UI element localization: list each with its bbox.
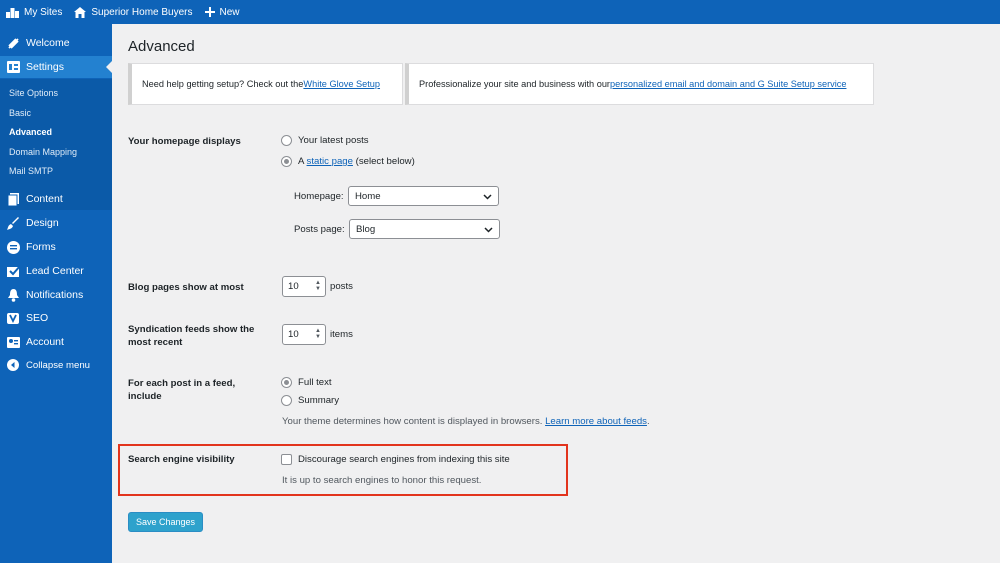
search-visibility-highlight xyxy=(118,444,568,496)
settings-icon xyxy=(6,60,20,74)
blog-pages-input[interactable]: 10 ▲ ▼ xyxy=(282,276,326,297)
welcome-icon xyxy=(6,36,20,50)
submenu-domain-mapping[interactable]: Domain Mapping xyxy=(9,147,77,157)
static-page-suffix: (select below) xyxy=(352,156,415,167)
menu-notifications[interactable]: Notifications xyxy=(0,284,112,306)
homepage-select[interactable]: Home xyxy=(348,186,499,206)
discourage-search-checkbox[interactable] xyxy=(281,454,292,465)
white-glove-notice-text: Need help getting setup? Check out the xyxy=(142,79,304,89)
option-full-text[interactable]: Full text xyxy=(281,377,332,388)
chevron-down-icon xyxy=(483,194,492,200)
blog-pages-value: 10 xyxy=(288,281,299,292)
menu-seo[interactable]: SEO xyxy=(0,307,112,329)
homepage-select-label: Homepage: xyxy=(294,191,344,202)
site-name-link[interactable]: Superior Home Buyers xyxy=(74,0,193,24)
gsuite-notice-text: Professionalize your site and business w… xyxy=(419,79,610,89)
menu-settings-label: Settings xyxy=(26,61,64,73)
forms-icon xyxy=(6,240,20,254)
discourage-search-option[interactable]: Discourage search engines from indexing … xyxy=(281,454,510,465)
menu-lead-center[interactable]: Lead Center xyxy=(0,260,112,282)
latest-posts-label: Your latest posts xyxy=(298,135,369,146)
learn-more-feeds-link[interactable]: Learn more about feeds xyxy=(545,416,647,427)
menu-content-label: Content xyxy=(26,193,63,205)
option-latest-posts[interactable]: Your latest posts xyxy=(281,135,369,146)
feed-help-suffix: . xyxy=(646,416,650,427)
new-label: New xyxy=(219,6,240,18)
posts-page-select-label: Posts page: xyxy=(294,224,345,235)
menu-settings[interactable]: Settings xyxy=(0,56,112,78)
summary-label: Summary xyxy=(298,395,340,406)
stepper-icon[interactable]: ▲ ▼ xyxy=(315,328,321,340)
submenu-basic[interactable]: Basic xyxy=(9,108,31,118)
save-changes-button[interactable]: Save Changes xyxy=(128,512,203,532)
sites-icon xyxy=(6,7,19,18)
blog-pages-label: Blog pages show at most xyxy=(128,282,244,293)
syndication-unit: items xyxy=(330,329,353,340)
collapse-menu-button[interactable]: Collapse menu xyxy=(0,354,112,376)
page-title: Advanced xyxy=(128,38,195,55)
summary-radio[interactable] xyxy=(281,395,292,406)
feed-help-body: Your theme determines how content is dis… xyxy=(282,416,546,427)
posts-page-select[interactable]: Blog xyxy=(349,219,500,239)
collapse-menu-label: Collapse menu xyxy=(26,359,90,371)
menu-notifications-label: Notifications xyxy=(26,289,84,301)
full-text-radio[interactable] xyxy=(281,377,292,388)
chevron-down-icon xyxy=(484,227,493,233)
feed-help-text: Your theme determines how content is dis… xyxy=(282,416,650,427)
menu-forms-label: Forms xyxy=(26,241,56,253)
search-visibility-label: Search engine visibility xyxy=(128,454,235,465)
static-page-radio[interactable] xyxy=(281,156,292,167)
option-summary[interactable]: Summary xyxy=(281,395,339,406)
white-glove-notice: Need help getting setup? Check out the W… xyxy=(128,63,403,105)
submenu-mail-smtp[interactable]: Mail SMTP xyxy=(9,166,53,176)
content-icon xyxy=(6,192,20,206)
syndication-input[interactable]: 10 ▲ ▼ xyxy=(282,324,326,345)
menu-welcome-label: Welcome xyxy=(26,37,70,49)
option-static-page[interactable]: A static page (select below) xyxy=(281,156,415,167)
menu-lead-center-label: Lead Center xyxy=(26,265,84,277)
stepper-icon[interactable]: ▲ ▼ xyxy=(315,280,321,292)
admin-bar: My Sites Superior Home Buyers New xyxy=(0,0,1000,24)
discourage-search-label: Discourage search engines from indexing … xyxy=(298,454,510,465)
static-page-prefix: A xyxy=(298,156,307,167)
menu-welcome[interactable]: Welcome xyxy=(0,32,112,54)
menu-account[interactable]: Account xyxy=(0,331,112,353)
full-text-label: Full text xyxy=(298,377,332,388)
admin-sidebar: Welcome Settings Site Options Basic Adva… xyxy=(0,24,112,563)
plus-icon xyxy=(204,7,215,17)
brush-icon xyxy=(6,216,20,230)
search-visibility-help: It is up to search engines to honor this… xyxy=(282,475,482,486)
posts-page-select-value: Blog xyxy=(356,223,376,235)
gsuite-notice: Professionalize your site and business w… xyxy=(405,63,874,105)
new-content-link[interactable]: New xyxy=(204,0,240,24)
site-name-label: Superior Home Buyers xyxy=(91,6,193,18)
seo-icon xyxy=(6,311,20,325)
white-glove-setup-link[interactable]: White Glove Setup xyxy=(303,79,380,89)
menu-forms[interactable]: Forms xyxy=(0,236,112,258)
my-sites-label: My Sites xyxy=(24,6,63,18)
syndication-label: Syndication feeds show the most recent xyxy=(128,324,255,348)
homepage-select-value: Home xyxy=(355,190,381,202)
my-sites-link[interactable]: My Sites xyxy=(6,0,62,24)
feed-include-label: For each post in a feed, include xyxy=(128,378,236,402)
gsuite-setup-link[interactable]: personalized email and domain and G Suit… xyxy=(610,79,846,89)
bell-icon xyxy=(6,288,20,302)
blog-pages-unit: posts xyxy=(330,281,353,292)
lead-center-icon xyxy=(6,264,20,278)
collapse-icon xyxy=(6,358,20,372)
menu-seo-label: SEO xyxy=(26,312,49,324)
menu-design[interactable]: Design xyxy=(0,212,112,234)
homepage-displays-label: Your homepage displays xyxy=(128,136,241,147)
menu-content[interactable]: Content xyxy=(0,188,112,210)
syndication-value: 10 xyxy=(288,329,299,340)
static-page-link[interactable]: static page xyxy=(307,156,353,167)
menu-account-label: Account xyxy=(26,336,64,348)
account-icon xyxy=(6,335,20,349)
submenu-advanced[interactable]: Advanced xyxy=(9,127,52,137)
home-icon xyxy=(74,6,87,18)
latest-posts-radio[interactable] xyxy=(281,135,292,146)
submenu-site-options[interactable]: Site Options xyxy=(9,88,58,98)
menu-design-label: Design xyxy=(26,217,59,229)
